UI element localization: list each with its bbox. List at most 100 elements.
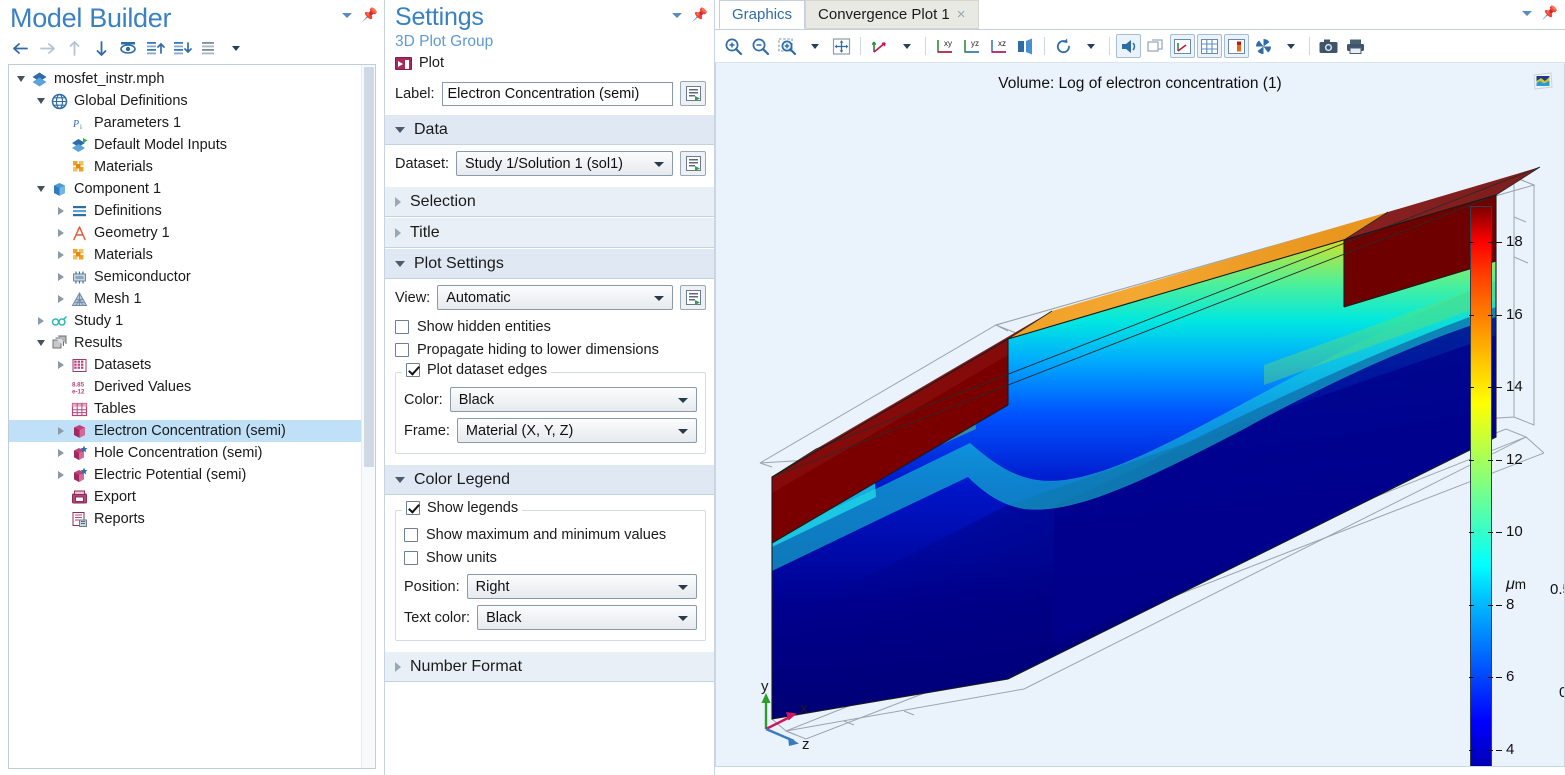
print-icon[interactable] — [1343, 34, 1368, 58]
frame-select[interactable]: Material (X, Y, Z) — [456, 418, 697, 443]
tree-twisty-collapsed-icon[interactable] — [53, 288, 69, 310]
section-header-selection[interactable]: Selection — [385, 186, 714, 217]
legend-position-select[interactable]: Right — [466, 574, 697, 599]
section-header-plot-settings[interactable]: Plot Settings — [385, 248, 714, 279]
model-tree-container[interactable]: mosfet_instr.mph Global Definitions Pi Para… — [8, 64, 376, 769]
tree-twisty-collapsed-icon[interactable] — [53, 464, 69, 486]
show-legends-row[interactable]: Show legends — [402, 500, 523, 516]
zoom-out-icon[interactable] — [748, 34, 773, 58]
image-snapshot-icon[interactable] — [1316, 34, 1341, 58]
select-dropdown-icon[interactable] — [1278, 34, 1303, 58]
show-legends-checkbox[interactable] — [406, 501, 420, 515]
toolbar-dropdown-icon[interactable] — [224, 37, 248, 59]
tree-item-mesh-1[interactable]: Mesh 1 — [9, 288, 375, 310]
show-max-min-row[interactable]: Show maximum and minimum values — [404, 523, 697, 546]
view-cross-section-icon[interactable] — [1013, 34, 1038, 58]
reset-view-dropdown-icon[interactable] — [1078, 34, 1103, 58]
toggle-label-description-button[interactable] — [680, 81, 706, 106]
tree-twisty-expanded-icon[interactable] — [33, 90, 49, 112]
tree-twisty-collapsed-icon[interactable] — [53, 420, 69, 442]
propagate-hiding-checkbox[interactable] — [395, 342, 409, 357]
chevron-down-icon[interactable] — [671, 12, 682, 18]
tree-item-derived-values[interactable]: 8.85 e-12 Derived Values — [9, 376, 375, 398]
model-tree-scrollbar[interactable] — [361, 65, 375, 768]
tree-item-component-1[interactable]: Component 1 — [9, 178, 375, 200]
show-axis-orientation-icon[interactable] — [1170, 34, 1195, 58]
tree-twisty-expanded-icon[interactable] — [13, 68, 29, 90]
tab-graphics[interactable]: Graphics — [719, 0, 806, 29]
go-to-view-button[interactable] — [680, 285, 706, 310]
go-to-xz-view-icon[interactable]: xz — [986, 34, 1011, 58]
show-hidden-entities-checkbox[interactable] — [395, 319, 409, 334]
reset-view-icon[interactable] — [1051, 34, 1076, 58]
go-to-xy-view-icon[interactable]: xy — [932, 34, 957, 58]
tab-convergence-plot-1[interactable]: Convergence Plot 1 × — [805, 0, 979, 29]
legend-text-color-select[interactable]: Black — [477, 605, 697, 630]
tree-twisty-collapsed-icon[interactable] — [33, 310, 49, 332]
label-input[interactable]: Electron Concentration (semi) — [441, 81, 673, 106]
propagate-hiding-row[interactable]: Propagate hiding to lower dimensions — [395, 338, 706, 361]
show-units-row[interactable]: Show units — [404, 546, 697, 569]
collapse-all-icon[interactable] — [170, 37, 194, 59]
section-header-title[interactable]: Title — [385, 217, 714, 248]
pin-icon[interactable]: 📌 — [1542, 6, 1558, 19]
section-header-number-format[interactable]: Number Format — [385, 651, 714, 682]
pin-icon[interactable]: 📌 — [692, 8, 708, 21]
zoom-dropdown-icon[interactable] — [802, 34, 827, 58]
tree-twisty-expanded-icon[interactable] — [33, 178, 49, 200]
tree-item-electric-potential-semi[interactable]: Electric Potential (semi) — [9, 464, 375, 486]
plot-dataset-edges-row[interactable]: Plot dataset edges — [402, 362, 552, 378]
move-down-icon[interactable] — [89, 37, 113, 59]
tree-item-datasets[interactable]: Datasets — [9, 354, 375, 376]
chevron-down-icon[interactable] — [341, 12, 352, 18]
go-to-source-button[interactable] — [680, 151, 706, 176]
show-max-min-checkbox[interactable] — [404, 527, 418, 542]
tree-twisty-collapsed-icon[interactable] — [53, 442, 69, 464]
list-options-icon[interactable] — [197, 37, 221, 59]
tree-item-hole-concentration-semi[interactable]: Hole Concentration (semi) — [9, 442, 375, 464]
show-units-checkbox[interactable] — [404, 550, 418, 565]
section-header-data[interactable]: Data — [385, 114, 714, 145]
tree-item-tables[interactable]: Tables — [9, 398, 375, 420]
plot-button[interactable]: Plot — [385, 53, 714, 75]
show-color-legend-icon[interactable] — [1224, 34, 1249, 58]
show-grid-icon[interactable] — [1197, 34, 1222, 58]
tree-item-study-1[interactable]: Study 1 — [9, 310, 375, 332]
move-up-icon[interactable] — [62, 37, 86, 59]
tree-item-parameters-1[interactable]: Pi Parameters 1 — [9, 112, 375, 134]
tree-twisty-collapsed-icon[interactable] — [53, 244, 69, 266]
tree-twisty-collapsed-icon[interactable] — [53, 354, 69, 376]
show-hidden-entities-row[interactable]: Show hidden entities — [395, 315, 706, 338]
tree-twisty-collapsed-icon[interactable] — [53, 222, 69, 244]
scrollbar-thumb[interactable] — [364, 67, 374, 467]
edge-color-select[interactable]: Black — [449, 387, 697, 412]
view-orientation-icon[interactable] — [867, 34, 892, 58]
tree-item-materials[interactable]: Materials — [9, 156, 375, 178]
zoom-extents-icon[interactable] — [829, 34, 854, 58]
zoom-box-icon[interactable] — [775, 34, 800, 58]
go-to-yz-view-icon[interactable]: yz — [959, 34, 984, 58]
back-icon[interactable] — [8, 37, 32, 59]
tree-item-global-definitions[interactable]: Global Definitions — [9, 90, 375, 112]
tree-item-definitions[interactable]: Definitions — [9, 200, 375, 222]
scene-light-icon[interactable] — [1116, 34, 1141, 58]
tree-twisty-collapsed-icon[interactable] — [53, 200, 69, 222]
select-all-icon[interactable] — [1251, 34, 1276, 58]
show-hide-icon[interactable] — [116, 37, 140, 59]
tree-twisty-collapsed-icon[interactable] — [53, 266, 69, 288]
view-orientation-dropdown-icon[interactable] — [894, 34, 919, 58]
view-select[interactable]: Automatic — [437, 285, 673, 310]
section-header-color-legend[interactable]: Color Legend — [385, 464, 714, 495]
tree-item-mosfet-instr-mph[interactable]: mosfet_instr.mph — [9, 68, 375, 90]
chevron-down-icon[interactable] — [1521, 10, 1532, 16]
transparency-icon[interactable] — [1143, 34, 1168, 58]
tree-item-electron-concentration-semi[interactable]: Electron Concentration (semi) — [9, 420, 375, 442]
expand-all-icon[interactable] — [143, 37, 167, 59]
tree-item-results[interactable]: Results — [9, 332, 375, 354]
tree-item-materials[interactable]: Materials — [9, 244, 375, 266]
tree-item-export[interactable]: Export — [9, 486, 375, 508]
tree-item-default-model-inputs[interactable]: Default Model Inputs — [9, 134, 375, 156]
pin-icon[interactable]: 📌 — [362, 8, 378, 21]
plot-canvas[interactable]: Volume: Log of electron concentration (1… — [715, 63, 1565, 767]
tree-item-reports[interactable]: Reports — [9, 508, 375, 530]
